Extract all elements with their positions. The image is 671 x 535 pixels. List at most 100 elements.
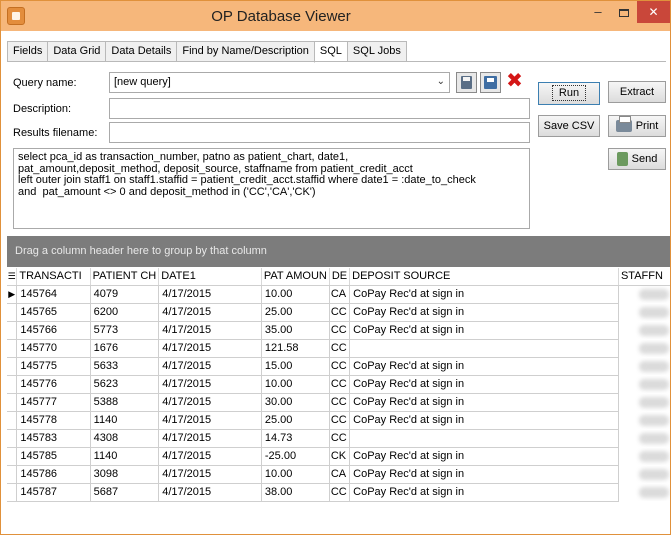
print-button[interactable]: Print (608, 115, 666, 137)
title-bar[interactable]: OP Database Viewer – ✕ (1, 1, 670, 31)
cell-transaction[interactable]: 145775 (16, 356, 91, 376)
table-row[interactable]: 145787 5687 4/17/2015 38.00 CC CoPay Rec'd at… (7, 482, 670, 502)
cell-deposit-method[interactable]: CC (328, 482, 351, 502)
cell-deposit-source[interactable]: CoPay Rec'd at sign in (349, 374, 619, 394)
cell-pat-amount[interactable]: 25.00 (260, 410, 330, 430)
cell-transaction[interactable]: 145778 (16, 410, 91, 430)
tab-fields[interactable]: Fields (7, 41, 48, 62)
table-row[interactable]: 145776 5623 4/17/2015 10.00 CC CoPay Rec'd at… (7, 374, 670, 394)
cell-staffname-redacted[interactable] (618, 285, 670, 303)
tab-data-details[interactable]: Data Details (105, 41, 177, 62)
column-header-staffname[interactable]: STAFFN (618, 268, 670, 286)
cell-date1[interactable]: 4/17/2015 (158, 446, 262, 466)
cell-date1[interactable]: 4/17/2015 (158, 464, 262, 484)
cell-transaction[interactable]: 145776 (16, 374, 91, 394)
cell-staffname-redacted[interactable] (618, 483, 670, 501)
table-row[interactable]: ▶ 145764 4079 4/17/2015 10.00 CA CoPay Rec'd a… (7, 284, 670, 304)
cell-transaction[interactable]: 145765 (16, 302, 91, 322)
cell-pat-amount[interactable]: 35.00 (260, 320, 330, 340)
column-header-transaction[interactable]: TRANSACTI (16, 268, 91, 286)
cell-deposit-method[interactable]: CC (328, 374, 351, 394)
column-header-deposit-source[interactable]: DEPOSIT SOURCE (349, 268, 619, 286)
table-row[interactable]: 145786 3098 4/17/2015 10.00 CA CoPay Rec'd at… (7, 464, 670, 484)
cell-patient-chart[interactable]: 5773 (89, 320, 160, 340)
run-button[interactable]: Run (538, 82, 600, 105)
tab-sql-jobs[interactable]: SQL Jobs (346, 41, 407, 62)
cell-patient-chart[interactable]: 5633 (89, 356, 160, 376)
cell-date1[interactable]: 4/17/2015 (158, 482, 262, 502)
table-row[interactable]: 145765 6200 4/17/2015 25.00 CC CoPay Rec'd at… (7, 302, 670, 322)
cell-patient-chart[interactable]: 1140 (89, 410, 160, 430)
description-input[interactable] (109, 98, 530, 119)
tab-find-by-name[interactable]: Find by Name/Description (176, 41, 314, 62)
cell-transaction[interactable]: 145786 (16, 464, 91, 484)
cell-deposit-source[interactable]: CoPay Rec'd at sign in (349, 464, 619, 484)
column-header-pat-amount[interactable]: PAT AMOUN (261, 268, 330, 286)
cell-deposit-source[interactable]: CoPay Rec'd at sign in (349, 446, 619, 466)
cell-staffname-redacted[interactable] (618, 375, 670, 393)
cell-staffname-redacted[interactable] (618, 465, 670, 483)
cell-transaction[interactable]: 145783 (16, 428, 91, 448)
save-as-query-button[interactable] (480, 72, 501, 93)
extract-button[interactable]: Extract (608, 81, 666, 103)
cell-date1[interactable]: 4/17/2015 (158, 284, 262, 304)
cell-pat-amount[interactable]: 30.00 (260, 392, 330, 412)
cell-pat-amount[interactable]: 10.00 (260, 464, 330, 484)
cell-staffname-redacted[interactable] (618, 321, 670, 339)
cell-deposit-method[interactable]: CA (328, 284, 351, 304)
cell-transaction[interactable]: 145777 (16, 392, 91, 412)
cell-deposit-source[interactable]: CoPay Rec'd at sign in (349, 356, 619, 376)
cell-transaction[interactable]: 145787 (16, 482, 91, 502)
cell-transaction[interactable]: 145766 (16, 320, 91, 340)
cell-date1[interactable]: 4/17/2015 (158, 356, 262, 376)
cell-date1[interactable]: 4/17/2015 (158, 302, 262, 322)
cell-deposit-method[interactable]: CC (328, 302, 351, 322)
cell-transaction[interactable]: 145785 (16, 446, 91, 466)
cell-deposit-method[interactable]: CK (328, 446, 351, 466)
cell-staffname-redacted[interactable] (618, 429, 670, 447)
cell-deposit-source[interactable]: CoPay Rec'd at sign in (349, 410, 619, 430)
maximize-button[interactable] (612, 1, 636, 23)
cell-patient-chart[interactable]: 1676 (89, 338, 160, 358)
cell-date1[interactable]: 4/17/2015 (158, 338, 262, 358)
cell-patient-chart[interactable]: 5388 (89, 392, 160, 412)
cell-patient-chart[interactable]: 1140 (89, 446, 160, 466)
cell-deposit-source[interactable] (349, 338, 619, 358)
table-row[interactable]: 145766 5773 4/17/2015 35.00 CC CoPay Rec'd at… (7, 320, 670, 340)
cell-deposit-method[interactable]: CC (328, 356, 351, 376)
cell-deposit-method[interactable]: CC (328, 392, 351, 412)
group-by-panel[interactable]: Drag a column header here to group by th… (7, 236, 670, 267)
cell-patient-chart[interactable]: 4079 (89, 284, 160, 304)
cell-transaction[interactable]: 145770 (16, 338, 91, 358)
cell-staffname-redacted[interactable] (618, 357, 670, 375)
cell-pat-amount[interactable]: 38.00 (260, 482, 330, 502)
cell-patient-chart[interactable]: 3098 (89, 464, 160, 484)
close-button[interactable]: ✕ (637, 1, 670, 23)
results-grid[interactable]: ☰ TRANSACTI PATIENT CH DATE1 PAT AMOUN D… (7, 268, 670, 534)
cell-deposit-source[interactable]: CoPay Rec'd at sign in (349, 392, 619, 412)
cell-pat-amount[interactable]: 15.00 (260, 356, 330, 376)
cell-date1[interactable]: 4/17/2015 (158, 320, 262, 340)
cell-deposit-source[interactable]: CoPay Rec'd at sign in (349, 302, 619, 322)
sql-editor[interactable]: select pca_id as transaction_number, pat… (13, 148, 530, 229)
table-row[interactable]: 145785 1140 4/17/2015 -25.00 CK CoPay Rec'd a… (7, 446, 670, 466)
tab-data-grid[interactable]: Data Grid (47, 41, 106, 62)
cell-staffname-redacted[interactable] (618, 339, 670, 357)
cell-staffname-redacted[interactable] (618, 393, 670, 411)
cell-patient-chart[interactable]: 5623 (89, 374, 160, 394)
cell-pat-amount[interactable]: 25.00 (260, 302, 330, 322)
save-query-button[interactable] (456, 72, 477, 93)
tab-sql[interactable]: SQL (313, 41, 347, 63)
cell-staffname-redacted[interactable] (618, 447, 670, 465)
cell-pat-amount[interactable]: -25.00 (260, 446, 330, 466)
cell-deposit-source[interactable]: CoPay Rec'd at sign in (349, 320, 619, 340)
send-button[interactable]: Send (608, 148, 666, 170)
cell-date1[interactable]: 4/17/2015 (158, 428, 262, 448)
column-header-date1[interactable]: DATE1 (158, 268, 262, 286)
cell-patient-chart[interactable]: 5687 (89, 482, 160, 502)
cell-patient-chart[interactable]: 4308 (89, 428, 160, 448)
save-csv-button[interactable]: Save CSV (538, 115, 600, 137)
cell-deposit-source[interactable] (349, 428, 619, 448)
cell-deposit-method[interactable]: CC (328, 410, 351, 430)
cell-deposit-method[interactable]: CC (328, 428, 351, 448)
